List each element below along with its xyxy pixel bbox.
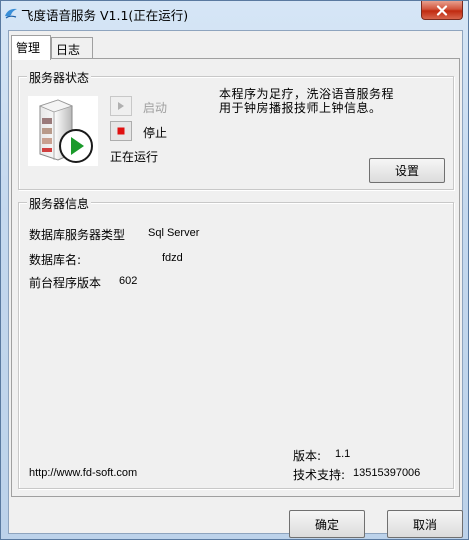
tab-manage[interactable]: 管理 (11, 35, 51, 60)
ok-button-label: 确定 (314, 517, 339, 532)
ok-button[interactable]: 确定 (289, 510, 365, 538)
title-bar[interactable]: 飞度语音服务 V1.1(正在运行) (1, 1, 468, 29)
tab-page-manage: 服务器状态 启动 停止 正在运行 本程序为足疗，洗浴语音服务程 用于钟房播报技师… (11, 58, 460, 497)
tab-manage-label: 管理 (16, 41, 41, 55)
support-label: 技术支持: (293, 468, 346, 482)
running-status-text: 正在运行 (110, 150, 159, 164)
main-window: 飞度语音服务 V1.1(正在运行) 管理 日志 服务器状态 启动 停止 正在运行… (0, 0, 469, 540)
stop-icon (117, 127, 125, 135)
cancel-button[interactable]: 取消 (387, 510, 463, 538)
description-line-1: 本程序为足疗，洗浴语音服务程 (219, 87, 395, 101)
frontend-version-value: 602 (119, 275, 138, 287)
stop-button[interactable] (110, 121, 132, 141)
tab-log[interactable]: 日志 (51, 37, 93, 59)
settings-button[interactable]: 设置 (369, 158, 445, 183)
tab-log-label: 日志 (56, 43, 81, 57)
close-button[interactable] (421, 1, 463, 20)
play-icon (118, 102, 124, 110)
window-title: 飞度语音服务 V1.1(正在运行) (21, 8, 189, 23)
db-name-value: fdzd (162, 252, 183, 264)
support-value: 13515397006 (353, 467, 421, 479)
server-image (28, 96, 98, 166)
server-status-group: 服务器状态 启动 停止 正在运行 本程序为足疗，洗浴语音服务程 用于钟房播报技师… (18, 69, 454, 190)
server-run-icon (38, 99, 93, 163)
version-label: 版本: (293, 449, 322, 463)
description: 本程序为足疗，洗浴语音服务程 用于钟房播报技师上钟信息。 (219, 87, 429, 115)
db-type-value: Sql Server (148, 227, 200, 239)
cancel-button-label: 取消 (412, 517, 437, 532)
website-link[interactable]: http://www.fd-soft.com (29, 467, 137, 479)
db-type-label: 数据库服务器类型 (29, 228, 126, 242)
start-label: 启动 (143, 101, 168, 115)
client-area: 管理 日志 服务器状态 启动 停止 正在运行 本程序为足疗，洗浴语音服务程 用于… (8, 30, 463, 538)
version-value: 1.1 (335, 448, 351, 460)
description-line-2: 用于钟房播报技师上钟信息。 (219, 101, 382, 115)
db-name-label: 数据库名: (29, 253, 82, 267)
server-info-group-label: 服务器信息 (27, 195, 92, 212)
server-status-group-label: 服务器状态 (27, 69, 92, 86)
settings-button-label: 设置 (394, 164, 419, 178)
server-info-group: 服务器信息 数据库服务器类型 Sql Server 数据库名: fdzd 前台程… (18, 195, 454, 489)
frontend-version-label: 前台程序版本 (29, 276, 102, 290)
start-button[interactable] (110, 96, 132, 116)
stop-label: 停止 (143, 126, 168, 140)
close-icon (436, 4, 448, 16)
app-icon (5, 8, 17, 19)
